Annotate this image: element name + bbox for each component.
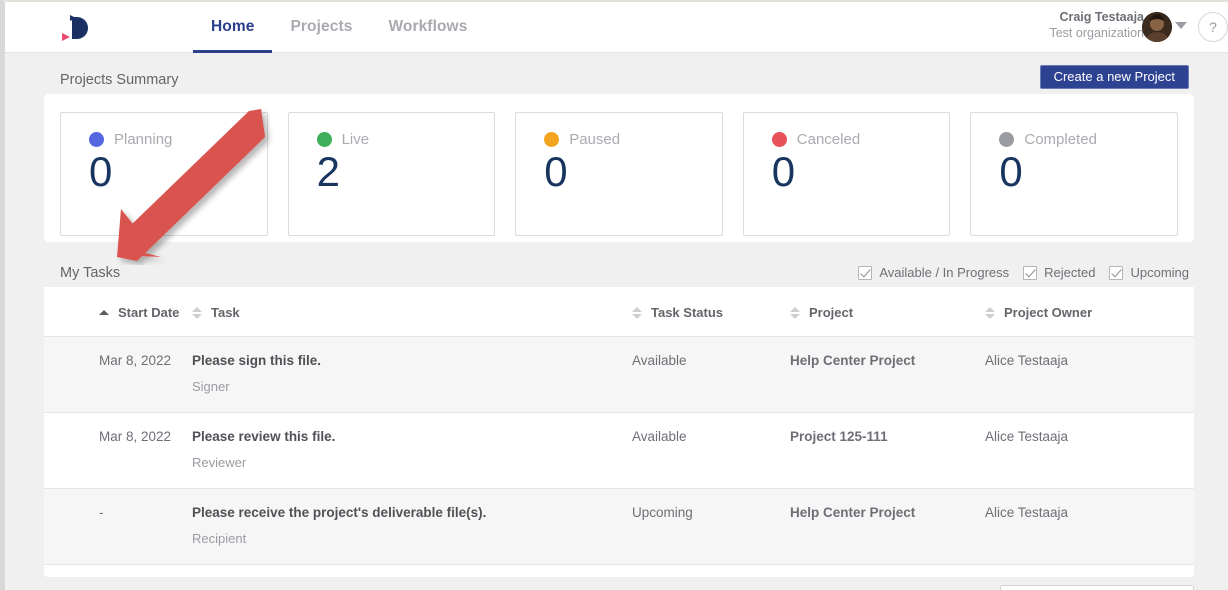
cell-project: Project 125-111	[790, 413, 985, 489]
nav-item-workflows[interactable]: Workflows	[370, 18, 485, 53]
tasks-table-body: Mar 8, 2022 Please sign this file. Signe…	[44, 337, 1194, 565]
cell-task: Please sign this file. Signer	[192, 337, 632, 413]
sort-icon-project[interactable]	[790, 307, 800, 319]
table-row[interactable]: Mar 8, 2022 Please review this file. Rev…	[44, 413, 1194, 489]
status-dot-completed	[999, 132, 1014, 147]
checkbox-available-in-progress[interactable]	[858, 266, 872, 280]
cell-task-status: Upcoming	[632, 489, 790, 565]
task-title: Please receive the project's deliverable…	[192, 505, 632, 520]
primary-nav-items: Home Projects Workflows	[193, 2, 485, 53]
cell-project: Help Center Project	[790, 489, 985, 565]
table-row[interactable]: Mar 8, 2022 Please sign this file. Signe…	[44, 337, 1194, 413]
user-organization: Test organization	[1049, 26, 1144, 42]
nav-item-home[interactable]: Home	[193, 18, 272, 53]
sort-icon-task[interactable]	[192, 307, 202, 319]
column-label-task: Task	[211, 305, 240, 320]
my-tasks-title: My Tasks	[60, 265, 120, 281]
sort-icon-project-owner[interactable]	[985, 307, 995, 319]
stat-card-paused[interactable]: Paused 0	[515, 112, 723, 236]
nav-item-projects[interactable]: Projects	[272, 18, 370, 53]
stat-value-completed: 0	[999, 146, 1177, 199]
column-label-project-owner: Project Owner	[1004, 305, 1092, 320]
stat-card-live[interactable]: Live 2	[288, 112, 496, 236]
cell-project-owner: Alice Testaaja	[985, 337, 1194, 413]
checkbox-upcoming[interactable]	[1109, 266, 1123, 280]
task-role: Recipient	[192, 531, 632, 546]
tasks-table-header: Start Date Task	[44, 287, 1194, 337]
status-dot-live	[317, 132, 332, 147]
filter-available-in-progress[interactable]: Available / In Progress	[858, 265, 1009, 280]
column-header-task-status[interactable]: Task Status	[632, 287, 790, 337]
table-header-row: Start Date Task	[44, 287, 1194, 337]
cell-start-date: Mar 8, 2022	[44, 413, 192, 489]
top-navigation-bar: Home Projects Workflows Craig Testaaja T…	[5, 2, 1228, 53]
status-dot-canceled	[772, 132, 787, 147]
task-title: Please review this file.	[192, 429, 632, 444]
filter-label-upcoming: Upcoming	[1130, 265, 1189, 280]
stat-value-live: 2	[317, 146, 495, 199]
projects-summary-title: Projects Summary	[60, 72, 178, 88]
create-a-new-project-button[interactable]: Create a new Project	[1040, 65, 1189, 89]
my-tasks-card: Start Date Task	[44, 287, 1194, 577]
stat-label-canceled: Canceled	[797, 131, 860, 148]
task-title: Please sign this file.	[192, 353, 632, 368]
stat-value-planning: 0	[89, 146, 267, 199]
filter-rejected[interactable]: Rejected	[1023, 265, 1095, 280]
help-button[interactable]: ?	[1198, 12, 1228, 42]
stat-label-completed: Completed	[1024, 131, 1097, 148]
filter-label-available-in-progress: Available / In Progress	[879, 265, 1009, 280]
cell-start-date: Mar 8, 2022	[44, 337, 192, 413]
sort-icon-task-status[interactable]	[632, 307, 642, 319]
stat-card-canceled[interactable]: Canceled 0	[743, 112, 951, 236]
stat-card-completed[interactable]: Completed 0	[970, 112, 1178, 236]
column-label-project: Project	[809, 305, 853, 320]
chevron-down-icon[interactable]	[1175, 22, 1187, 29]
column-label-task-status: Task Status	[651, 305, 723, 320]
column-label-start-date: Start Date	[118, 305, 179, 320]
task-role: Signer	[192, 379, 632, 394]
projects-summary-card: Planning 0 Live 2 Paused 0	[44, 94, 1194, 242]
stat-value-paused: 0	[544, 146, 722, 199]
task-filters: Available / In Progress Rejected Upcomin…	[858, 265, 1189, 280]
cell-task: Please review this file. Reviewer	[192, 413, 632, 489]
task-role: Reviewer	[192, 455, 632, 470]
stat-value-canceled: 0	[772, 146, 950, 199]
stat-card-planning[interactable]: Planning 0	[60, 112, 268, 236]
filter-upcoming[interactable]: Upcoming	[1109, 265, 1189, 280]
cell-task-status: Available	[632, 413, 790, 489]
app-root: Home Projects Workflows Craig Testaaja T…	[0, 0, 1228, 590]
cell-start-date: -	[44, 489, 192, 565]
status-dot-paused	[544, 132, 559, 147]
tasks-table: Start Date Task	[44, 287, 1194, 565]
status-dot-planning	[89, 132, 104, 147]
cell-project-owner: Alice Testaaja	[985, 489, 1194, 565]
cell-task-status: Available	[632, 337, 790, 413]
user-name: Craig Testaaja	[1049, 10, 1144, 26]
cell-project: Help Center Project	[790, 337, 985, 413]
partial-card-below-fold	[1000, 585, 1194, 590]
stat-label-paused: Paused	[569, 131, 620, 148]
user-info[interactable]: Craig Testaaja Test organization	[1049, 10, 1144, 41]
stat-label-live: Live	[342, 131, 370, 148]
column-header-project[interactable]: Project	[790, 287, 985, 337]
stat-label-planning: Planning	[114, 131, 172, 148]
project-status-stat-row: Planning 0 Live 2 Paused 0	[44, 94, 1194, 254]
table-row[interactable]: - Please receive the project's deliverab…	[44, 489, 1194, 565]
checkbox-rejected[interactable]	[1023, 266, 1037, 280]
cell-project-owner: Alice Testaaja	[985, 413, 1194, 489]
column-header-task[interactable]: Task	[192, 287, 632, 337]
column-header-start-date[interactable]: Start Date	[44, 287, 192, 337]
cell-task: Please receive the project's deliverable…	[192, 489, 632, 565]
d-logo[interactable]	[53, 11, 101, 45]
sort-icon-start-date[interactable]	[99, 310, 109, 315]
avatar[interactable]	[1142, 12, 1172, 42]
filter-label-rejected: Rejected	[1044, 265, 1095, 280]
column-header-project-owner[interactable]: Project Owner	[985, 287, 1194, 337]
